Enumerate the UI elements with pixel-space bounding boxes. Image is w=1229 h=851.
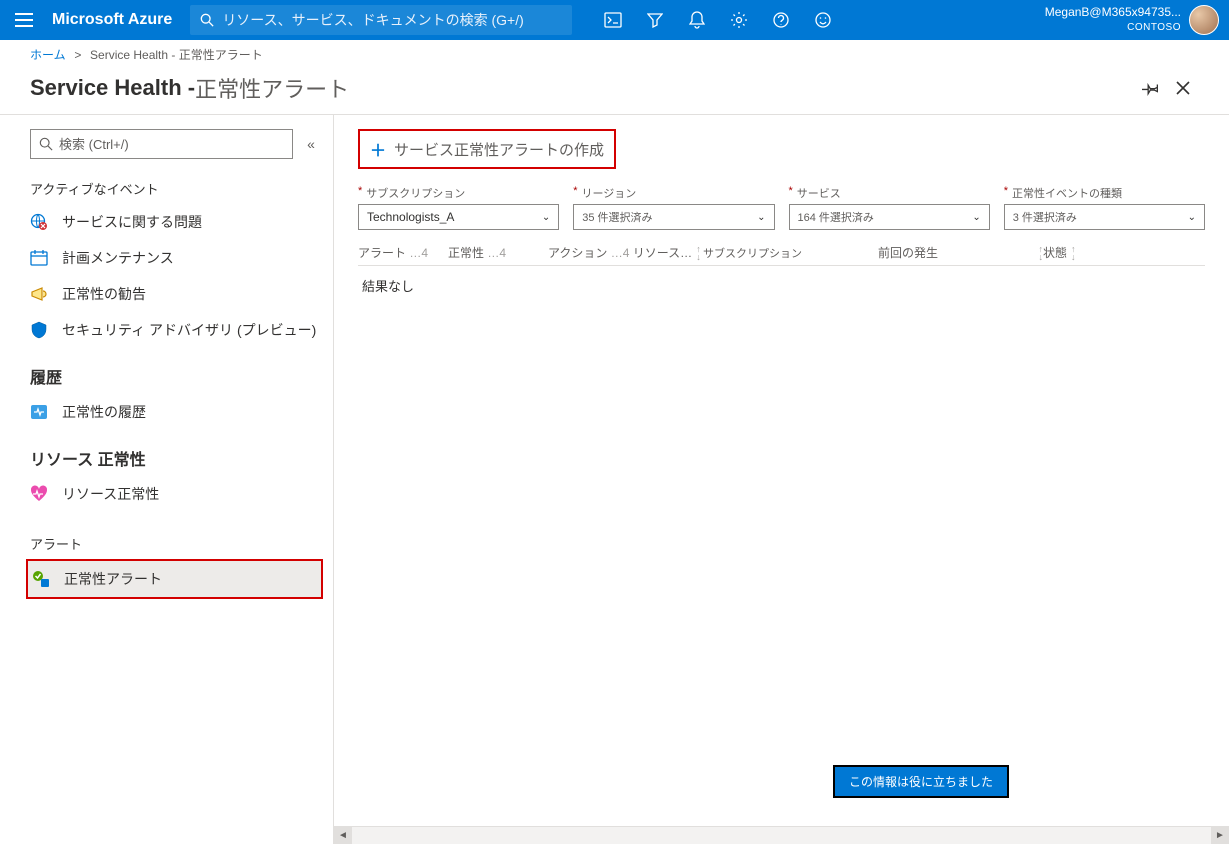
- filter-icon: [647, 12, 663, 28]
- search-icon: [39, 137, 53, 151]
- filter-subscription: *サブスクリプション Technologists_A ⌄: [358, 185, 559, 230]
- horizontal-scrollbar[interactable]: ◄ ►: [334, 826, 1229, 844]
- breadcrumb-sep: >: [71, 48, 85, 62]
- sidebar-search-box[interactable]: [30, 129, 293, 159]
- chevron-down-icon: ⌄: [542, 212, 550, 223]
- pin-icon: [1142, 79, 1160, 97]
- globe-warning-icon: [30, 213, 48, 231]
- create-button-label: サービス正常性アラートの作成: [394, 139, 604, 160]
- sidebar-item-label: サービスに関する問題: [62, 212, 202, 232]
- page-title-main: Service Health -: [30, 75, 195, 101]
- col-alert[interactable]: アラート …4: [358, 244, 448, 261]
- filter-event-type-dropdown[interactable]: 3 件選択済み ⌄: [1004, 204, 1205, 230]
- create-service-health-alert-button[interactable]: ＋ サービス正常性アラートの作成: [358, 129, 616, 169]
- brand-label: Microsoft Azure: [48, 11, 190, 29]
- col-last-occurrence[interactable]: 前回の発生↑↓: [878, 244, 1043, 261]
- user-email: MeganB@M365x94735...: [1045, 5, 1181, 20]
- sidebar-item-health-alerts[interactable]: 正常性アラート: [26, 559, 323, 599]
- smile-icon: [815, 12, 831, 28]
- hamburger-icon: [15, 13, 33, 27]
- breadcrumb-home[interactable]: ホーム: [30, 48, 66, 62]
- sidebar-item-label: 計画メンテナンス: [62, 248, 174, 268]
- chevron-down-icon: ⌄: [1188, 212, 1196, 223]
- sort-icon: ↑↓: [1071, 245, 1076, 261]
- sidebar-group-active: アクティブなイベント: [0, 173, 333, 204]
- sidebar-search-input[interactable]: [59, 137, 284, 152]
- close-icon: [1175, 80, 1191, 96]
- sidebar-item-service-issues[interactable]: サービスに関する問題: [0, 204, 333, 240]
- filter-region-dropdown[interactable]: 35 件選択済み ⌄: [573, 204, 774, 230]
- scroll-left-button[interactable]: ◄: [334, 827, 352, 844]
- sidebar-item-health-advisories[interactable]: 正常性の勧告: [0, 276, 333, 312]
- calendar-icon: [30, 249, 48, 267]
- plus-icon: ＋: [370, 137, 386, 161]
- sidebar-item-label: セキュリティ アドバイザリ (プレビュー): [62, 320, 316, 340]
- breadcrumb: ホーム > Service Health - 正常性アラート: [0, 40, 1229, 68]
- user-area[interactable]: MeganB@M365x94735... CONTOSO: [1045, 5, 1229, 35]
- directory-filter-button[interactable]: [634, 0, 676, 40]
- hamburger-menu-button[interactable]: [0, 0, 48, 40]
- settings-button[interactable]: [718, 0, 760, 40]
- sidebar-group-resource: リソース 正常性: [0, 440, 333, 476]
- sidebar-item-planned-maintenance[interactable]: 計画メンテナンス: [0, 240, 333, 276]
- pin-button[interactable]: [1135, 72, 1167, 104]
- help-button[interactable]: [760, 0, 802, 40]
- heart-history-icon: [30, 403, 48, 421]
- megaphone-icon: [30, 285, 48, 303]
- col-action[interactable]: アクション …4 リソース…↑↓: [548, 244, 703, 261]
- sidebar: « アクティブなイベント サービスに関する問題 計画メンテナンス 正常性の勧告 …: [0, 115, 334, 844]
- sidebar-item-health-history[interactable]: 正常性の履歴: [0, 394, 333, 430]
- top-bar: Microsoft Azure MeganB@M365x94735... CON…: [0, 0, 1229, 40]
- sidebar-item-label: 正常性の勧告: [62, 284, 146, 304]
- col-subscription[interactable]: サブスクリプション: [703, 244, 878, 261]
- top-icon-bar: [592, 0, 844, 40]
- search-icon: [200, 13, 214, 27]
- col-health[interactable]: 正常性 …4: [448, 244, 548, 261]
- user-org: CONTOSO: [1045, 20, 1181, 35]
- sidebar-group-history: 履歴: [0, 358, 333, 394]
- sidebar-item-resource-health[interactable]: リソース正常性: [0, 476, 333, 512]
- filter-service: *サービス 164 件選択済み ⌄: [789, 185, 990, 230]
- sidebar-item-label: 正常性の履歴: [62, 402, 146, 422]
- body-layout: « アクティブなイベント サービスに関する問題 計画メンテナンス 正常性の勧告 …: [0, 114, 1229, 844]
- cloud-shell-icon: [604, 12, 622, 28]
- gear-icon: [730, 11, 748, 29]
- sidebar-group-alert: アラート: [0, 528, 333, 559]
- filter-subscription-dropdown[interactable]: Technologists_A ⌄: [358, 204, 559, 230]
- col-status[interactable]: 状態↑↓: [1043, 244, 1123, 261]
- breadcrumb-page: 正常性アラート: [179, 48, 263, 62]
- sidebar-item-label: リソース正常性: [62, 484, 159, 504]
- filter-health-event-type: *正常性イベントの種類 3 件選択済み ⌄: [1004, 185, 1205, 230]
- shield-icon: [30, 321, 48, 339]
- filter-service-dropdown[interactable]: 164 件選択済み ⌄: [789, 204, 990, 230]
- notifications-button[interactable]: [676, 0, 718, 40]
- sidebar-item-security-advisories[interactable]: セキュリティ アドバイザリ (プレビュー): [0, 312, 333, 348]
- breadcrumb-service: Service Health: [90, 48, 168, 62]
- feedback-helpful-button[interactable]: この情報は役に立ちました: [833, 765, 1009, 798]
- page-heading: Service Health - 正常性アラート: [0, 68, 1229, 114]
- global-search-box[interactable]: [190, 5, 572, 35]
- global-search-input[interactable]: [222, 12, 562, 28]
- main-content: ＋ サービス正常性アラートの作成 *サブスクリプション Technologist…: [334, 115, 1229, 844]
- collapse-sidebar-button[interactable]: «: [299, 136, 323, 152]
- results-table-header: アラート …4 正常性 …4 アクション …4 リソース…↑↓ サブスクリプショ…: [358, 240, 1205, 265]
- page-title-sub: 正常性アラート: [195, 72, 349, 104]
- no-results-text: 結果なし: [358, 265, 1205, 305]
- sort-icon: ↑↓: [696, 245, 701, 261]
- close-button[interactable]: [1167, 72, 1199, 104]
- chevron-down-icon: ⌄: [757, 212, 765, 223]
- heartbeat-icon: [30, 485, 48, 503]
- bell-icon: [689, 11, 705, 29]
- scroll-right-button[interactable]: ►: [1211, 827, 1229, 844]
- sidebar-item-label: 正常性アラート: [64, 569, 162, 589]
- avatar[interactable]: [1189, 5, 1219, 35]
- cloud-shell-button[interactable]: [592, 0, 634, 40]
- breadcrumb-dash: -: [171, 48, 178, 62]
- filter-region: *リージョン 35 件選択済み ⌄: [573, 185, 774, 230]
- health-alert-icon: [32, 570, 50, 588]
- chevron-down-icon: ⌄: [972, 212, 980, 223]
- help-icon: [773, 12, 789, 28]
- feedback-button[interactable]: [802, 0, 844, 40]
- filter-row: *サブスクリプション Technologists_A ⌄ *リージョン 35 件…: [358, 185, 1205, 230]
